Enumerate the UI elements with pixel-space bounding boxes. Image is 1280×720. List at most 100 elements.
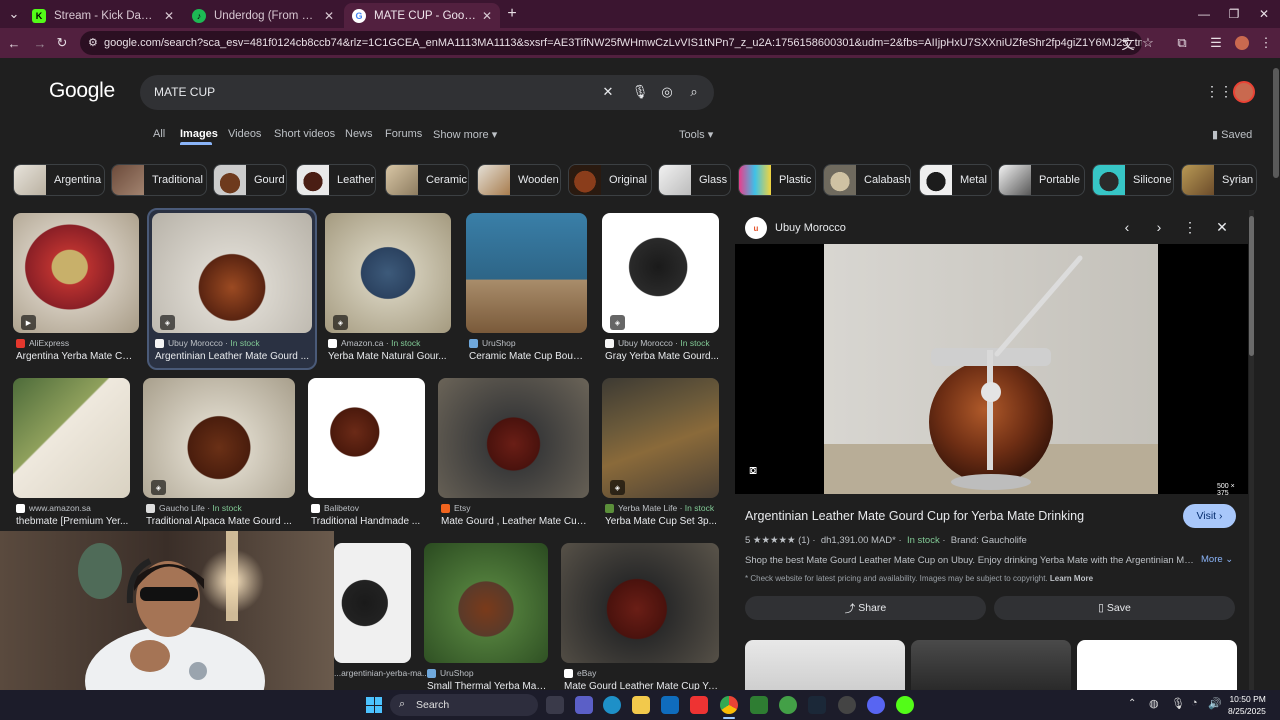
related-image[interactable] — [745, 640, 905, 690]
apps-grid-icon[interactable]: ⋮⋮ — [1205, 83, 1233, 101]
result-image[interactable]: ◈ — [143, 378, 295, 498]
back-icon[interactable]: ← — [4, 33, 24, 53]
result-title[interactable]: Gray Yerba Mate Gourd... — [605, 351, 719, 362]
chip-argentina[interactable]: Argentina — [13, 164, 105, 196]
taskbar-search[interactable]: ⌕ Search — [390, 694, 538, 716]
result-title[interactable]: Mate Gourd , Leather Mate Cup... — [441, 516, 589, 527]
result-image[interactable]: ▶ — [13, 213, 139, 333]
related-image[interactable] — [911, 640, 1071, 690]
teams-icon[interactable] — [575, 696, 593, 714]
nav-tab-videos[interactable]: Videos — [228, 128, 261, 140]
image-result-card[interactable]: Etsy Mate Gourd , Leather Mate Cup... — [438, 378, 589, 536]
nav-tab-images[interactable]: Images — [180, 128, 218, 140]
previous-image-icon[interactable]: ‹ — [1116, 216, 1138, 238]
search-icon[interactable]: ⌕ — [684, 82, 704, 102]
app-icon[interactable] — [838, 696, 856, 714]
result-image[interactable]: ◈ — [602, 378, 719, 498]
search-query[interactable]: MATE CUP — [154, 85, 215, 99]
result-title[interactable]: Mate Gourd Leather Mate Cup Ye... — [564, 681, 718, 690]
chip-calabash[interactable]: Calabash — [823, 164, 911, 196]
chip-metal[interactable]: Metal — [919, 164, 992, 196]
result-image[interactable] — [424, 543, 548, 663]
site-info-icon[interactable]: ⚙ — [88, 36, 98, 49]
volume-icon[interactable]: 🔊 — [1208, 697, 1222, 710]
microphone-icon[interactable]: 🎙 — [1171, 697, 1185, 710]
close-tab-icon[interactable]: ✕ — [164, 9, 174, 23]
image-result-card[interactable]: ◈ Gaucho Life · In stock Traditional Alp… — [143, 378, 295, 536]
result-title[interactable]: Yerba Mate Natural Gour... — [328, 351, 448, 362]
result-title[interactable]: Traditional Alpaca Mate Gourd ... — [146, 516, 294, 527]
lens-icon[interactable]: ◎ — [657, 82, 677, 102]
save-button[interactable]: ▯ Save — [994, 596, 1235, 620]
nav-tab-short-videos[interactable]: Short videos — [274, 128, 335, 140]
next-image-icon[interactable]: › — [1148, 216, 1170, 238]
result-image[interactable]: ◈ — [152, 213, 312, 333]
chip-leather[interactable]: Leather — [296, 164, 376, 196]
chip-glass[interactable]: Glass — [658, 164, 731, 196]
bookmark-star-icon[interactable]: ☆ — [1138, 33, 1158, 53]
image-result-card[interactable]: UruShop Ceramic Mate Cup Bound... — [466, 213, 587, 371]
voice-search-icon[interactable]: 🎙 — [630, 82, 650, 102]
app-icon[interactable] — [750, 696, 768, 714]
result-title[interactable]: Small Thermal Yerba Mat... — [427, 681, 547, 690]
preview-image[interactable] — [735, 244, 1248, 494]
close-window-icon[interactable]: ✕ — [1248, 0, 1280, 28]
learn-more-link[interactable]: Learn More — [1050, 574, 1093, 583]
close-tab-icon[interactable]: ✕ — [324, 9, 334, 23]
kick-icon[interactable] — [896, 696, 914, 714]
image-result-card[interactable]: ◈ Ubuy Morocco · In stock Gray Yerba Mat… — [602, 213, 719, 371]
taskbar-clock[interactable]: 10:50 PM 8/25/2025 — [1228, 693, 1266, 717]
outlook-icon[interactable] — [661, 696, 679, 714]
image-result-card[interactable]: www.amazon.sa thebmate [Premium Yer... — [13, 378, 130, 536]
more-options-icon[interactable]: ⋮ — [1179, 216, 1201, 238]
preview-scrollbar[interactable] — [1249, 210, 1254, 690]
nav-tab-forums[interactable]: Forums — [385, 128, 422, 140]
result-image[interactable] — [561, 543, 719, 663]
visit-button[interactable]: Visit › — [1183, 504, 1236, 528]
browser-menu-icon[interactable]: ⋮ — [1256, 33, 1276, 53]
chip-portable[interactable]: Portable — [998, 164, 1085, 196]
network-icon[interactable]: ◔ — [1191, 697, 1198, 709]
image-result-card-selected[interactable]: ◈ Ubuy Morocco · In stock Argentinian Le… — [152, 213, 312, 371]
result-image[interactable]: ◈ — [325, 213, 451, 333]
result-image[interactable] — [438, 378, 589, 498]
windows-start-icon[interactable] — [366, 697, 382, 713]
result-title[interactable]: thebmate [Premium Yer... — [16, 516, 130, 527]
tab-mate-cup-search[interactable]: G MATE CUP - Google Search ✕ — [344, 3, 500, 28]
page-scrollbar[interactable] — [1272, 58, 1280, 690]
search-box[interactable]: MATE CUP ✕ 🎙 ◎ ⌕ — [140, 75, 714, 110]
preview-scroll-thumb[interactable] — [1249, 216, 1254, 356]
chip-ceramic[interactable]: Ceramic — [385, 164, 469, 196]
result-image[interactable] — [334, 543, 411, 663]
related-image[interactable] — [1077, 640, 1237, 690]
nav-tab-all[interactable]: All — [153, 128, 165, 140]
steam-icon[interactable] — [808, 696, 826, 714]
new-tab-icon[interactable]: + — [502, 4, 522, 24]
chip-traditional[interactable]: Traditional — [111, 164, 207, 196]
tab-groups-icon[interactable]: ☰ — [1206, 33, 1226, 53]
nav-tab-news[interactable]: News — [345, 128, 373, 140]
chip-wooden[interactable]: Wooden — [477, 164, 561, 196]
chip-gourd[interactable]: Gourd — [213, 164, 287, 196]
tray-app-icon[interactable]: ◍ — [1149, 697, 1159, 710]
profile-avatar-icon[interactable] — [1232, 33, 1252, 53]
chip-original[interactable]: Original — [568, 164, 652, 196]
result-title[interactable]: Argentina Yerba Mate Cu... — [16, 351, 136, 362]
share-button[interactable]: ⤴ Share — [745, 596, 986, 620]
image-result-card[interactable]: UruShop Small Thermal Yerba Mat... — [424, 543, 548, 690]
image-result-card[interactable]: eBay Mate Gourd Leather Mate Cup Ye... — [561, 543, 719, 690]
saved-button[interactable]: ▮ Saved — [1212, 128, 1252, 141]
tools-button[interactable]: Tools ▾ — [679, 128, 713, 141]
result-image[interactable] — [308, 378, 425, 498]
youtube-icon[interactable] — [690, 696, 708, 714]
file-explorer-icon[interactable] — [632, 696, 650, 714]
preview-title[interactable]: Argentinian Leather Mate Gourd Cup for Y… — [745, 509, 1084, 523]
page-scroll-thumb[interactable] — [1273, 68, 1279, 178]
preview-source[interactable]: u Ubuy Morocco — [745, 217, 846, 239]
forward-icon[interactable]: → — [30, 33, 50, 53]
result-title[interactable]: Ceramic Mate Cup Bound... — [469, 351, 587, 362]
address-bar[interactable]: ⚙ google.com/search?sca_esv=481f0124cb8c… — [80, 31, 1142, 55]
chip-silicone[interactable]: Silicone — [1092, 164, 1174, 196]
image-result-card[interactable]: ◈ Amazon.ca · In stock Yerba Mate Natura… — [325, 213, 451, 371]
result-image[interactable] — [466, 213, 587, 333]
